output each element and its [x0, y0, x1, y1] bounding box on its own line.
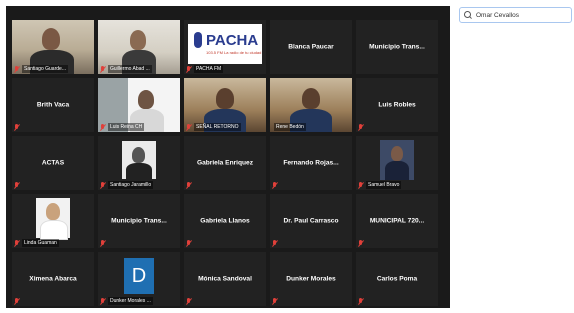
participant-label: Rene Bedón	[274, 123, 306, 131]
muted-mic-icon	[186, 181, 192, 189]
participant-tile[interactable]: Mónica Sandoval	[184, 252, 266, 306]
participant-tile[interactable]: Dr. Paul Carrasco	[270, 194, 352, 248]
participant-tile[interactable]: MUNICIPAL 720...	[356, 194, 438, 248]
participant-tile[interactable]: Dunker Morales	[270, 252, 352, 306]
participant-name: Blanca Paucar	[288, 43, 334, 51]
muted-mic-icon	[358, 239, 364, 247]
participant-name: Carlos Poma	[376, 275, 418, 283]
participant-name: Luis Robles	[378, 101, 416, 109]
logo-text: PACHA	[206, 32, 259, 49]
participant-tile[interactable]: PACHA 103.5 FM La radio de tu ciudad PAC…	[184, 20, 266, 74]
participant-photo	[36, 198, 70, 240]
participant-tile[interactable]: Municipio Trans...	[356, 20, 438, 74]
participant-name: ACTAS	[41, 159, 65, 167]
participant-name: Gabriela Enriquez	[196, 159, 254, 167]
video-grid: Santiago Guarde... Guillermo Abad ... PA…	[6, 6, 450, 308]
microphone-icon	[194, 32, 202, 48]
muted-mic-icon	[272, 239, 278, 247]
participant-tile[interactable]: D Dunker Morales ...	[98, 252, 180, 306]
muted-mic-icon	[186, 65, 192, 73]
participant-label: Dunker Morales ...	[108, 297, 153, 305]
muted-mic-icon	[358, 181, 364, 189]
muted-mic-icon	[14, 65, 20, 73]
participant-tile[interactable]: ACTAS	[12, 136, 94, 190]
muted-mic-icon	[100, 65, 106, 73]
search-input[interactable]	[476, 11, 566, 19]
muted-mic-icon	[358, 297, 364, 305]
participant-search-box[interactable]	[459, 7, 572, 23]
avatar: D	[124, 258, 154, 294]
participant-name: Municipio Trans...	[111, 217, 167, 225]
muted-mic-icon	[186, 297, 192, 305]
participant-tile[interactable]: Santiago Jaramillo	[98, 136, 180, 190]
participant-tile[interactable]: Fernando Rojas...	[270, 136, 352, 190]
participant-name: Municipio Trans...	[369, 43, 425, 51]
participant-tile[interactable]: SEÑAL RETORNO	[184, 78, 266, 132]
search-icon	[464, 10, 473, 20]
participant-name: Gabriela Llanos	[200, 217, 250, 225]
participant-tile[interactable]: Gabriela Enriquez	[184, 136, 266, 190]
participant-name: MUNICIPAL 720...	[369, 217, 425, 225]
muted-mic-icon	[100, 123, 106, 131]
participant-name: Dr. Paul Carrasco	[283, 217, 339, 225]
participant-name: Mónica Sandoval	[198, 275, 252, 283]
participant-tile[interactable]: Blanca Paucar	[270, 20, 352, 74]
muted-mic-icon	[100, 181, 106, 189]
participant-name: Ximena Abarca	[29, 275, 77, 283]
muted-mic-icon	[14, 297, 20, 305]
logo-subtitle: 103.5 FM La radio de tu ciudad	[206, 50, 262, 55]
participant-label: Luis Reina CH	[108, 123, 145, 131]
participant-tile[interactable]: Linda Guaman	[12, 194, 94, 248]
muted-mic-icon	[186, 123, 192, 131]
participant-tile[interactable]: Luis Reina CH	[98, 78, 180, 132]
participant-label: SEÑAL RETORNO	[194, 123, 241, 131]
active-speaker-tile[interactable]: Rene Bedón	[270, 78, 352, 132]
muted-mic-icon	[100, 297, 106, 305]
participant-label: Santiago Guarde...	[22, 65, 68, 73]
participant-name: Brith Vaca	[36, 101, 70, 109]
participant-tile[interactable]: Samuel Bravo	[356, 136, 438, 190]
participant-label: PACHA FM	[194, 65, 224, 73]
muted-mic-icon	[358, 123, 364, 131]
participant-label: Guillermo Abad ...	[108, 65, 152, 73]
participant-name: Fernando Rojas...	[283, 159, 339, 167]
participant-photo	[380, 140, 414, 180]
participant-tile[interactable]: Luis Robles	[356, 78, 438, 132]
participant-tile[interactable]: Brith Vaca	[12, 78, 94, 132]
muted-mic-icon	[14, 239, 20, 247]
muted-mic-icon	[272, 181, 278, 189]
participant-tile[interactable]: Gabriela Llanos	[184, 194, 266, 248]
participant-label: Samuel Bravo	[366, 181, 402, 189]
participant-label: Linda Guaman	[22, 239, 59, 247]
participant-tile[interactable]: Municipio Trans...	[98, 194, 180, 248]
participant-tile[interactable]: Carlos Poma	[356, 252, 438, 306]
participant-photo	[122, 141, 156, 179]
participant-label: Santiago Jaramillo	[108, 181, 154, 189]
participant-name: Dunker Morales	[286, 275, 336, 283]
participant-tile[interactable]: Ximena Abarca	[12, 252, 94, 306]
muted-mic-icon	[14, 123, 20, 131]
muted-mic-icon	[14, 181, 20, 189]
muted-mic-icon	[100, 239, 106, 247]
participant-tile[interactable]: Santiago Guarde...	[12, 20, 94, 74]
muted-mic-icon	[272, 297, 278, 305]
muted-mic-icon	[186, 239, 192, 247]
pacha-fm-logo: PACHA 103.5 FM La radio de tu ciudad	[188, 24, 262, 64]
participant-tile[interactable]: Guillermo Abad ...	[98, 20, 180, 74]
